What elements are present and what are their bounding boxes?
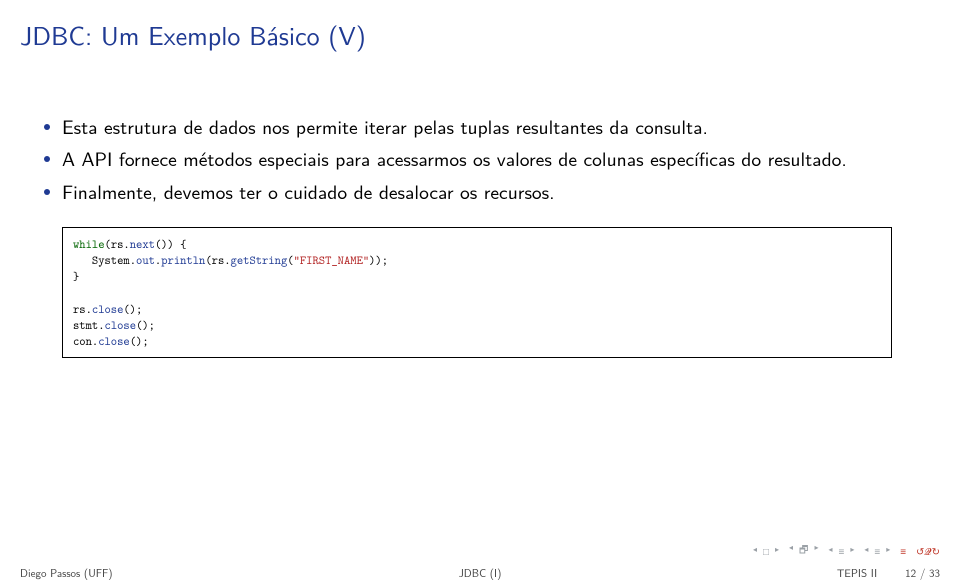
slide-footer: Diego Passos (UFF) JDBC (I) TEPIS II 12 … xyxy=(0,562,960,584)
footer-course: TEPIS II xyxy=(837,565,877,581)
code-block: while(rs.next()) { System.out.println(rs… xyxy=(62,227,892,358)
list-item: Esta estrutura de dados nos permite iter… xyxy=(40,114,920,140)
beamer-nav-icons: ◂ □ ▸ ◂ 🗗 ▸ ◂ ≡ ▸ ◂ ≡ ▸ ≡ ↺𝓠↻ xyxy=(753,542,940,560)
nav-prev-icon[interactable]: ◂ 🗗 ▸ xyxy=(789,542,818,560)
footer-author: Diego Passos (UFF) xyxy=(20,565,113,581)
nav-reload-icon[interactable]: ↺𝓠↻ xyxy=(916,544,940,559)
nav-first-icon[interactable]: ◂ □ ▸ xyxy=(753,544,779,559)
footer-center: JDBC (I) xyxy=(459,565,502,581)
slide-title: JDBC: Um Exemplo Básico (V) xyxy=(0,0,960,54)
list-item: Finalmente, devemos ter o cuidado de des… xyxy=(40,179,920,205)
footer-page: 12 / 33 xyxy=(905,565,940,581)
nav-fwd-icon[interactable]: ◂ ≡ ▸ xyxy=(864,544,890,559)
slide-content: Esta estrutura de dados nos permite iter… xyxy=(0,54,960,358)
bullet-list: Esta estrutura de dados nos permite iter… xyxy=(40,114,920,205)
list-item: A API fornece métodos especiais para ace… xyxy=(40,146,920,172)
nav-back-icon[interactable]: ◂ ≡ ▸ xyxy=(828,544,854,559)
footer-spacer xyxy=(880,565,902,581)
nav-equiv-icon[interactable]: ≡ xyxy=(900,544,906,559)
